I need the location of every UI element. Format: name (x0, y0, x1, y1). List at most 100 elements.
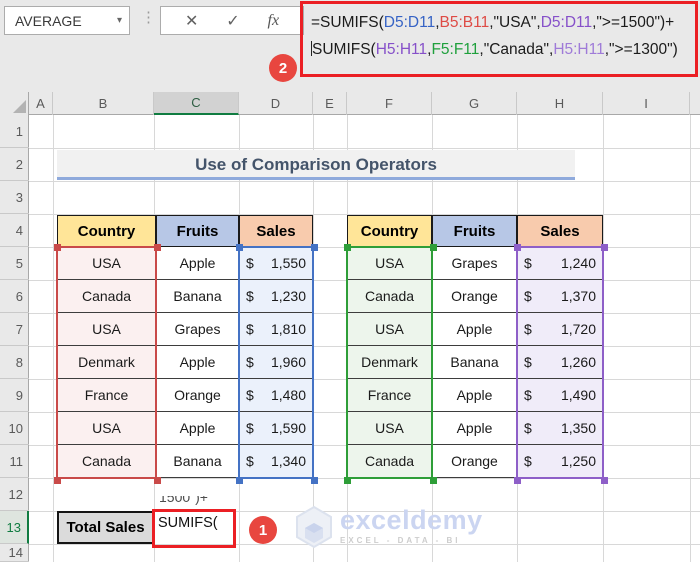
currency-symbol: $ (524, 288, 532, 304)
currency-symbol: $ (524, 420, 532, 436)
cell-country[interactable]: USA (57, 247, 156, 280)
gridline-horizontal (29, 478, 700, 479)
column-header-B[interactable]: B (53, 92, 154, 115)
currency-symbol: $ (246, 288, 254, 304)
row-header-13[interactable]: 13 (0, 511, 29, 544)
formula-segment: ,">=1500")+ (592, 14, 675, 31)
table2-header-sales: Sales (517, 215, 603, 247)
cell-country[interactable]: Denmark (347, 346, 432, 379)
cell-sales[interactable]: $1,810 (239, 313, 313, 346)
cell-fruit[interactable]: Apple (156, 247, 239, 280)
column-header-I[interactable]: I (603, 92, 690, 115)
cell-fruit[interactable]: Apple (432, 379, 517, 412)
cell-sales[interactable]: $1,960 (239, 346, 313, 379)
cell-sales[interactable]: $1,550 (239, 247, 313, 280)
name-box[interactable]: AVERAGE ▾ (4, 6, 130, 35)
cell-country[interactable]: Canada (57, 280, 156, 313)
formula-segment: SUMIFS( (312, 41, 376, 58)
cell-country[interactable]: USA (347, 412, 432, 445)
cell-fruit[interactable]: Apple (156, 412, 239, 445)
cell-fruit[interactable]: Apple (432, 412, 517, 445)
cell-country[interactable]: Denmark (57, 346, 156, 379)
cell-sales[interactable]: $1,590 (239, 412, 313, 445)
cancel-icon[interactable]: ✕ (185, 11, 198, 31)
cell-fruit[interactable]: Grapes (156, 313, 239, 346)
cell-fruit[interactable]: Orange (432, 280, 517, 313)
row-header-14[interactable]: 14 (0, 544, 29, 562)
cell-sales[interactable]: $1,340 (239, 445, 313, 478)
cell-country[interactable]: France (57, 379, 156, 412)
column-header-G[interactable]: G (432, 92, 517, 115)
column-header-D[interactable]: D (239, 92, 313, 115)
sales-value: 1,720 (560, 321, 596, 337)
column-header-C[interactable]: C (154, 92, 239, 115)
row-header-9[interactable]: 9 (0, 379, 29, 412)
cell-fruit[interactable]: Orange (156, 379, 239, 412)
column-header-H[interactable]: H (517, 92, 603, 115)
column-header-E[interactable]: E (313, 92, 347, 115)
row-header-5[interactable]: 5 (0, 247, 29, 280)
sales-value: 1,480 (270, 387, 306, 403)
cell-country[interactable]: USA (347, 313, 432, 346)
cell-country[interactable]: Canada (57, 445, 156, 478)
cell-country[interactable]: USA (347, 247, 432, 280)
formula-segment: F5:F11 (431, 41, 480, 58)
sales-value: 1,340 (270, 453, 306, 469)
cell-sales[interactable]: $1,230 (239, 280, 313, 313)
formula-input[interactable]: =SUMIFS(D5:D11,B5:B11,"USA",D5:D11,">=15… (300, 1, 698, 77)
row-header-7[interactable]: 7 (0, 313, 29, 346)
cell-sales[interactable]: $1,720 (517, 313, 603, 346)
row-header-6[interactable]: 6 (0, 280, 29, 313)
cell-sales[interactable]: $1,480 (239, 379, 313, 412)
row-header-4[interactable]: 4 (0, 214, 29, 247)
gridline-horizontal (29, 181, 700, 182)
row-header-3[interactable]: 3 (0, 181, 29, 214)
column-header-A[interactable]: A (29, 92, 53, 115)
row-header-1[interactable]: 1 (0, 115, 29, 148)
table2-header-country: Country (347, 215, 432, 247)
formula-segment: B5:B11 (439, 14, 490, 31)
cell-fruit[interactable]: Apple (156, 346, 239, 379)
gridline-vertical (690, 115, 691, 562)
chevron-down-icon[interactable]: ▾ (117, 15, 122, 26)
sales-value: 1,370 (560, 288, 596, 304)
cell-fruit[interactable]: Grapes (432, 247, 517, 280)
cell-sales[interactable]: $1,250 (517, 445, 603, 478)
cell-country[interactable]: Canada (347, 280, 432, 313)
cell-country[interactable]: USA (57, 412, 156, 445)
insert-function-icon[interactable]: fx (268, 12, 280, 30)
cell-fruit[interactable]: Banana (432, 346, 517, 379)
row-header-11[interactable]: 11 (0, 445, 29, 478)
cell-country[interactable]: USA (57, 313, 156, 346)
cell-country[interactable]: Canada (347, 445, 432, 478)
sales-value: 1,550 (270, 255, 306, 271)
row-header-2[interactable]: 2 (0, 148, 29, 181)
cell-sales[interactable]: $1,490 (517, 379, 603, 412)
cell-country[interactable]: France (347, 379, 432, 412)
row-header-12[interactable]: 12 (0, 478, 29, 511)
cell-fruit[interactable]: Apple (432, 313, 517, 346)
total-sales-label[interactable]: Total Sales (57, 511, 154, 544)
cell-fruit[interactable]: Orange (432, 445, 517, 478)
sales-value: 1,590 (270, 420, 306, 436)
table1-header-sales: Sales (239, 215, 313, 247)
cell-sales[interactable]: $1,260 (517, 346, 603, 379)
column-header-F[interactable]: F (347, 92, 432, 115)
exceldemy-logo-icon (296, 505, 332, 549)
cell-sales[interactable]: $1,240 (517, 247, 603, 280)
currency-symbol: $ (524, 354, 532, 370)
formula-bar-separator-icon: ⋮ (141, 9, 156, 26)
enter-icon[interactable]: ✓ (226, 11, 239, 31)
row-header-8[interactable]: 8 (0, 346, 29, 379)
select-all-corner[interactable] (0, 92, 29, 115)
cell-sales[interactable]: $1,350 (517, 412, 603, 445)
annotation-box-1 (152, 509, 236, 548)
formula-line-1: =SUMIFS(D5:D11,B5:B11,"USA",D5:D11,">=15… (311, 9, 695, 36)
cell-sales[interactable]: $1,370 (517, 280, 603, 313)
cell-fruit[interactable]: Banana (156, 280, 239, 313)
table1-header-fruits: Fruits (156, 215, 239, 247)
formula-segment: H5:H11 (553, 41, 605, 58)
row-header-10[interactable]: 10 (0, 412, 29, 445)
cell-fruit[interactable]: Banana (156, 445, 239, 478)
sales-value: 1,350 (560, 420, 596, 436)
